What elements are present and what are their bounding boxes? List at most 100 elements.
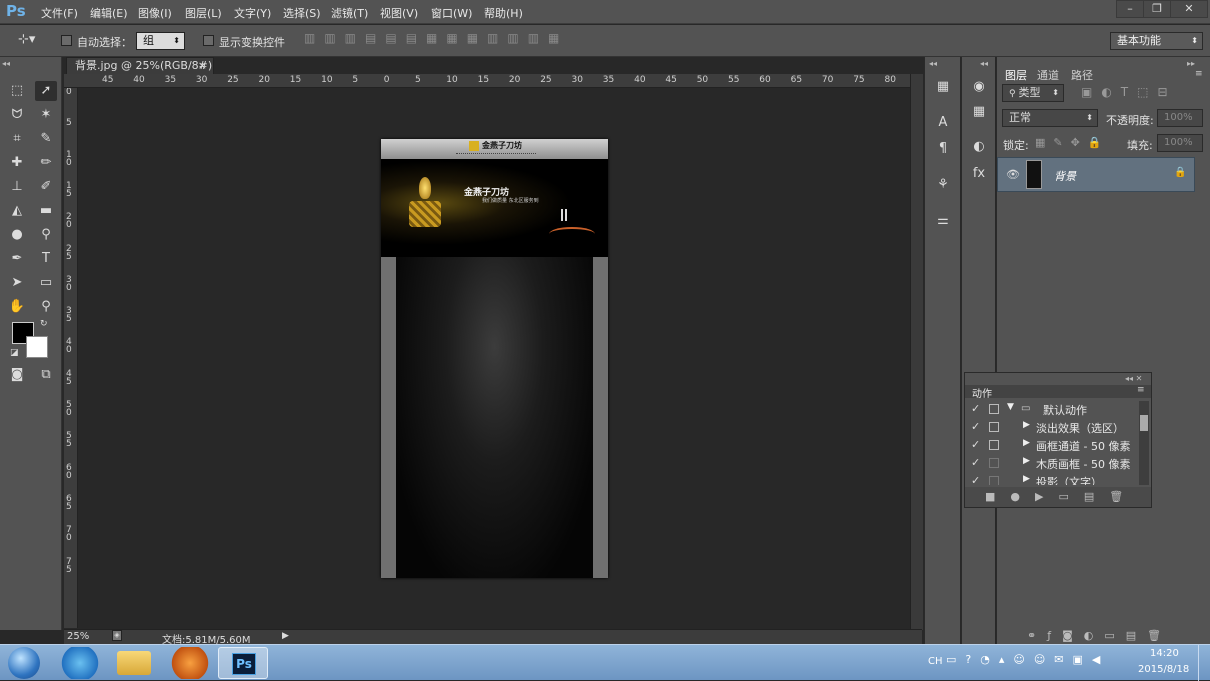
collapse-icon[interactable]: ▸▸ xyxy=(1187,59,1195,68)
healing-brush-tool-icon[interactable]: ✚ xyxy=(6,153,28,173)
tab-actions[interactable]: 动作 xyxy=(972,385,992,400)
menu-type[interactable]: 文字(Y) xyxy=(234,5,271,21)
history-brush-tool-icon[interactable]: ✐ xyxy=(35,177,57,197)
expand-triangle-icon[interactable]: ▶ xyxy=(1023,474,1030,484)
move-tool-icon[interactable]: ➚ xyxy=(35,81,57,101)
actions-scrollbar[interactable] xyxy=(1139,401,1149,485)
document-tab-close-icon[interactable]: × xyxy=(198,58,207,74)
menu-filter[interactable]: 滤镜(T) xyxy=(331,5,368,21)
check-icon[interactable]: ✓ xyxy=(971,456,980,469)
document-canvas[interactable]: 金燕子刀坊 金燕子刀坊 我们做质量 东北区服务到 xyxy=(381,139,608,578)
tab-paths[interactable]: 路径 xyxy=(1071,67,1093,83)
system-tray-icons[interactable]: ▭?◔▴☺☺✉▣◀ xyxy=(946,653,1126,673)
lock-icons[interactable]: ▦✎✥🔒 xyxy=(1035,136,1110,149)
menu-view[interactable]: 视图(V) xyxy=(380,5,418,21)
opacity-field[interactable]: 100% xyxy=(1157,109,1203,127)
ie-browser-icon[interactable] xyxy=(60,647,100,679)
maximize-button[interactable]: ❐ xyxy=(1143,0,1171,18)
move-tool-preset-icon[interactable]: ⊹▾ xyxy=(18,32,35,47)
panel-menu-icon[interactable]: ≡ xyxy=(1195,69,1203,79)
action-item[interactable]: ✓ ▶ 画框通道 - 50 像素 xyxy=(965,437,1139,454)
visibility-eye-icon[interactable]: 👁 xyxy=(1006,168,1020,181)
workspace-dropdown[interactable]: 基本功能 ⬍ xyxy=(1110,32,1203,50)
path-selection-tool-icon[interactable]: ➤ xyxy=(6,273,28,293)
menu-window[interactable]: 窗口(W) xyxy=(431,5,472,21)
document-tab[interactable]: 背景.jpg @ 25%(RGB/8#) × xyxy=(66,57,214,74)
check-icon[interactable]: ✓ xyxy=(971,420,980,433)
action-item[interactable]: ✓ ▼ ▭ 默认动作 xyxy=(965,401,1139,418)
tab-channels[interactable]: 通道 xyxy=(1037,67,1059,83)
brush-tool-icon[interactable]: ✏ xyxy=(35,153,57,173)
action-item[interactable]: ✓ ▶ 淡出效果（选区） xyxy=(965,419,1139,436)
screen-mode-icon[interactable]: ⧉ xyxy=(35,365,57,385)
color-panel-icon[interactable]: ◉ xyxy=(968,77,990,97)
hand-tool-icon[interactable]: ✋ xyxy=(6,297,28,317)
history-panel-icon[interactable]: ▦ xyxy=(932,77,954,97)
check-icon[interactable]: ✓ xyxy=(971,402,980,415)
dialog-toggle-box[interactable] xyxy=(989,476,999,485)
menu-help[interactable]: 帮助(H) xyxy=(484,5,523,21)
shape-tool-icon[interactable]: ▭ xyxy=(35,273,57,293)
start-button-icon[interactable] xyxy=(8,647,40,679)
expand-triangle-icon[interactable]: ▼ xyxy=(1007,402,1014,412)
lasso-tool-icon[interactable]: ᗢ xyxy=(6,105,28,125)
horizontal-ruler[interactable]: 45 40 35 30 25 20 15 10 5 0 5 10 15 20 25 30 35 40 45 50 55 6… xyxy=(64,74,910,88)
show-desktop-button[interactable] xyxy=(1198,645,1210,681)
crop-tool-icon[interactable]: ⌗ xyxy=(6,129,28,149)
character-panel-icon[interactable]: A xyxy=(932,113,954,133)
swap-colors-icon[interactable]: ↻ xyxy=(40,319,48,329)
type-tool-icon[interactable]: T xyxy=(35,249,57,269)
action-item[interactable]: ✓ ▶ 木质画框 - 50 像素 xyxy=(965,455,1139,472)
background-color-swatch[interactable] xyxy=(26,336,48,358)
language-indicator[interactable]: CH xyxy=(928,656,943,667)
layer-filter-dropdown[interactable]: ⚲ 类型 ⬍ xyxy=(1002,84,1064,102)
panel-collapse-icon[interactable]: ◂◂ ✕ xyxy=(1125,374,1142,383)
vertical-ruler[interactable]: 0 5 1 0 1 5 2 0 2 5 3 0 3 5 4 0 4 5 5 0 5 5 6 0 6 5 7 … xyxy=(64,88,78,628)
blend-mode-dropdown[interactable]: 正常 ⬍ xyxy=(1002,109,1098,127)
auto-select-checkbox[interactable] xyxy=(61,35,72,46)
dialog-toggle-box[interactable] xyxy=(989,440,999,450)
gradient-tool-icon[interactable]: ▬ xyxy=(35,201,57,221)
align-distribute-icons[interactable]: ▥▥▥▤▤▤▦▦▦▥▥▥▦ xyxy=(304,31,620,51)
expand-triangle-icon[interactable]: ▶ xyxy=(1023,420,1030,430)
dialog-toggle-box[interactable] xyxy=(989,458,999,468)
clock-date[interactable]: 2015/8/18 xyxy=(1138,664,1189,675)
minimize-button[interactable]: – xyxy=(1116,0,1144,18)
brush-panel-icon[interactable]: ⚘ xyxy=(932,175,954,195)
clone-stamp-tool-icon[interactable]: ⊥ xyxy=(6,177,28,197)
eraser-tool-icon[interactable]: ◭ xyxy=(6,201,28,221)
clock-time[interactable]: 14:20 xyxy=(1150,648,1179,659)
dodge-tool-icon[interactable]: ⚲ xyxy=(35,225,57,245)
check-icon[interactable]: ✓ xyxy=(971,474,980,485)
expand-triangle-icon[interactable]: ▶ xyxy=(1023,438,1030,448)
action-item[interactable]: ✓ ▶ 投影（文字） xyxy=(965,473,1139,485)
blur-tool-icon[interactable]: ● xyxy=(6,225,28,245)
paragraph-panel-icon[interactable]: ¶ xyxy=(932,139,954,159)
menu-select[interactable]: 选择(S) xyxy=(283,5,321,21)
zoom-level[interactable]: 25% xyxy=(67,631,89,642)
dialog-toggle-box[interactable] xyxy=(989,404,999,414)
swatches-panel-icon[interactable]: ▦ xyxy=(968,102,990,122)
menu-file[interactable]: 文件(F) xyxy=(41,5,78,21)
expand-icon[interactable]: ◂◂ xyxy=(929,59,937,68)
check-icon[interactable]: ✓ xyxy=(971,438,980,451)
menu-edit[interactable]: 编辑(E) xyxy=(90,5,128,21)
zoom-tool-icon[interactable]: ⚲ xyxy=(35,297,57,317)
magic-wand-tool-icon[interactable]: ✶ xyxy=(35,105,57,125)
expand-triangle-icon[interactable]: ▶ xyxy=(1023,456,1030,466)
file-explorer-icon[interactable] xyxy=(117,651,151,675)
tool-presets-icon[interactable]: ⚌ xyxy=(932,211,954,231)
close-button[interactable]: ✕ xyxy=(1170,0,1208,18)
menu-image[interactable]: 图像(I) xyxy=(138,5,172,21)
layer-row[interactable]: 👁 背景 🔒 xyxy=(997,157,1195,192)
layer-name[interactable]: 背景 xyxy=(1054,168,1076,184)
quick-mask-icon[interactable]: ◙ xyxy=(6,365,28,385)
expand-icon[interactable]: ◂◂ xyxy=(980,59,988,68)
default-colors-icon[interactable]: ◪ xyxy=(10,348,19,358)
collapse-icon[interactable]: ◂◂ xyxy=(2,59,10,68)
media-player-icon[interactable] xyxy=(170,647,210,679)
auto-select-dropdown[interactable]: 组 ⬍ xyxy=(136,32,185,50)
photoshop-taskbar-button[interactable]: Ps xyxy=(218,647,268,679)
tab-layers[interactable]: 图层 xyxy=(1005,67,1027,83)
actions-footer-icons[interactable]: ■●▶▭▤🗑 xyxy=(965,487,1151,507)
